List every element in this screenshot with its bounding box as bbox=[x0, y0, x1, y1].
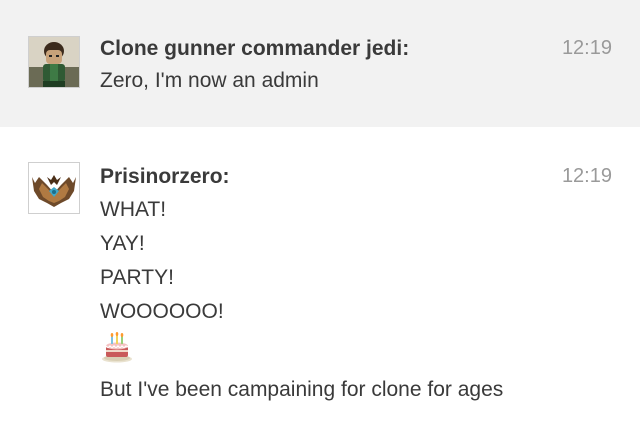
chat-message: Prisinorzero: 12:19 WHAT! YAY! PARTY! WO… bbox=[0, 127, 640, 436]
user-avatar[interactable] bbox=[28, 162, 80, 214]
timestamp: 12:19 bbox=[561, 37, 612, 59]
timestamp: 12:19 bbox=[561, 165, 612, 187]
message-text: PARTY! bbox=[100, 266, 174, 289]
message-text: Zero, I'm now an admin bbox=[100, 69, 319, 92]
chat-log: Clone gunner commander jedi: 12:19 Zero,… bbox=[0, 0, 640, 436]
bat-emblem-avatar-icon bbox=[29, 163, 79, 213]
message-text: YAY! bbox=[100, 232, 145, 255]
username[interactable]: Clone gunner commander jedi: bbox=[100, 37, 409, 61]
message-text: WOOOOOO! bbox=[100, 300, 224, 323]
message-text: WHAT! bbox=[100, 198, 167, 221]
username[interactable]: Prisinorzero: bbox=[100, 165, 230, 189]
message-text: But I've been campaining for clone for a… bbox=[100, 378, 504, 401]
chat-message: Clone gunner commander jedi: 12:19 Zero,… bbox=[0, 0, 640, 127]
user-avatar[interactable] bbox=[28, 36, 80, 88]
cake-emoji-icon bbox=[100, 330, 134, 364]
lego-minifigure-avatar-icon bbox=[29, 37, 79, 87]
